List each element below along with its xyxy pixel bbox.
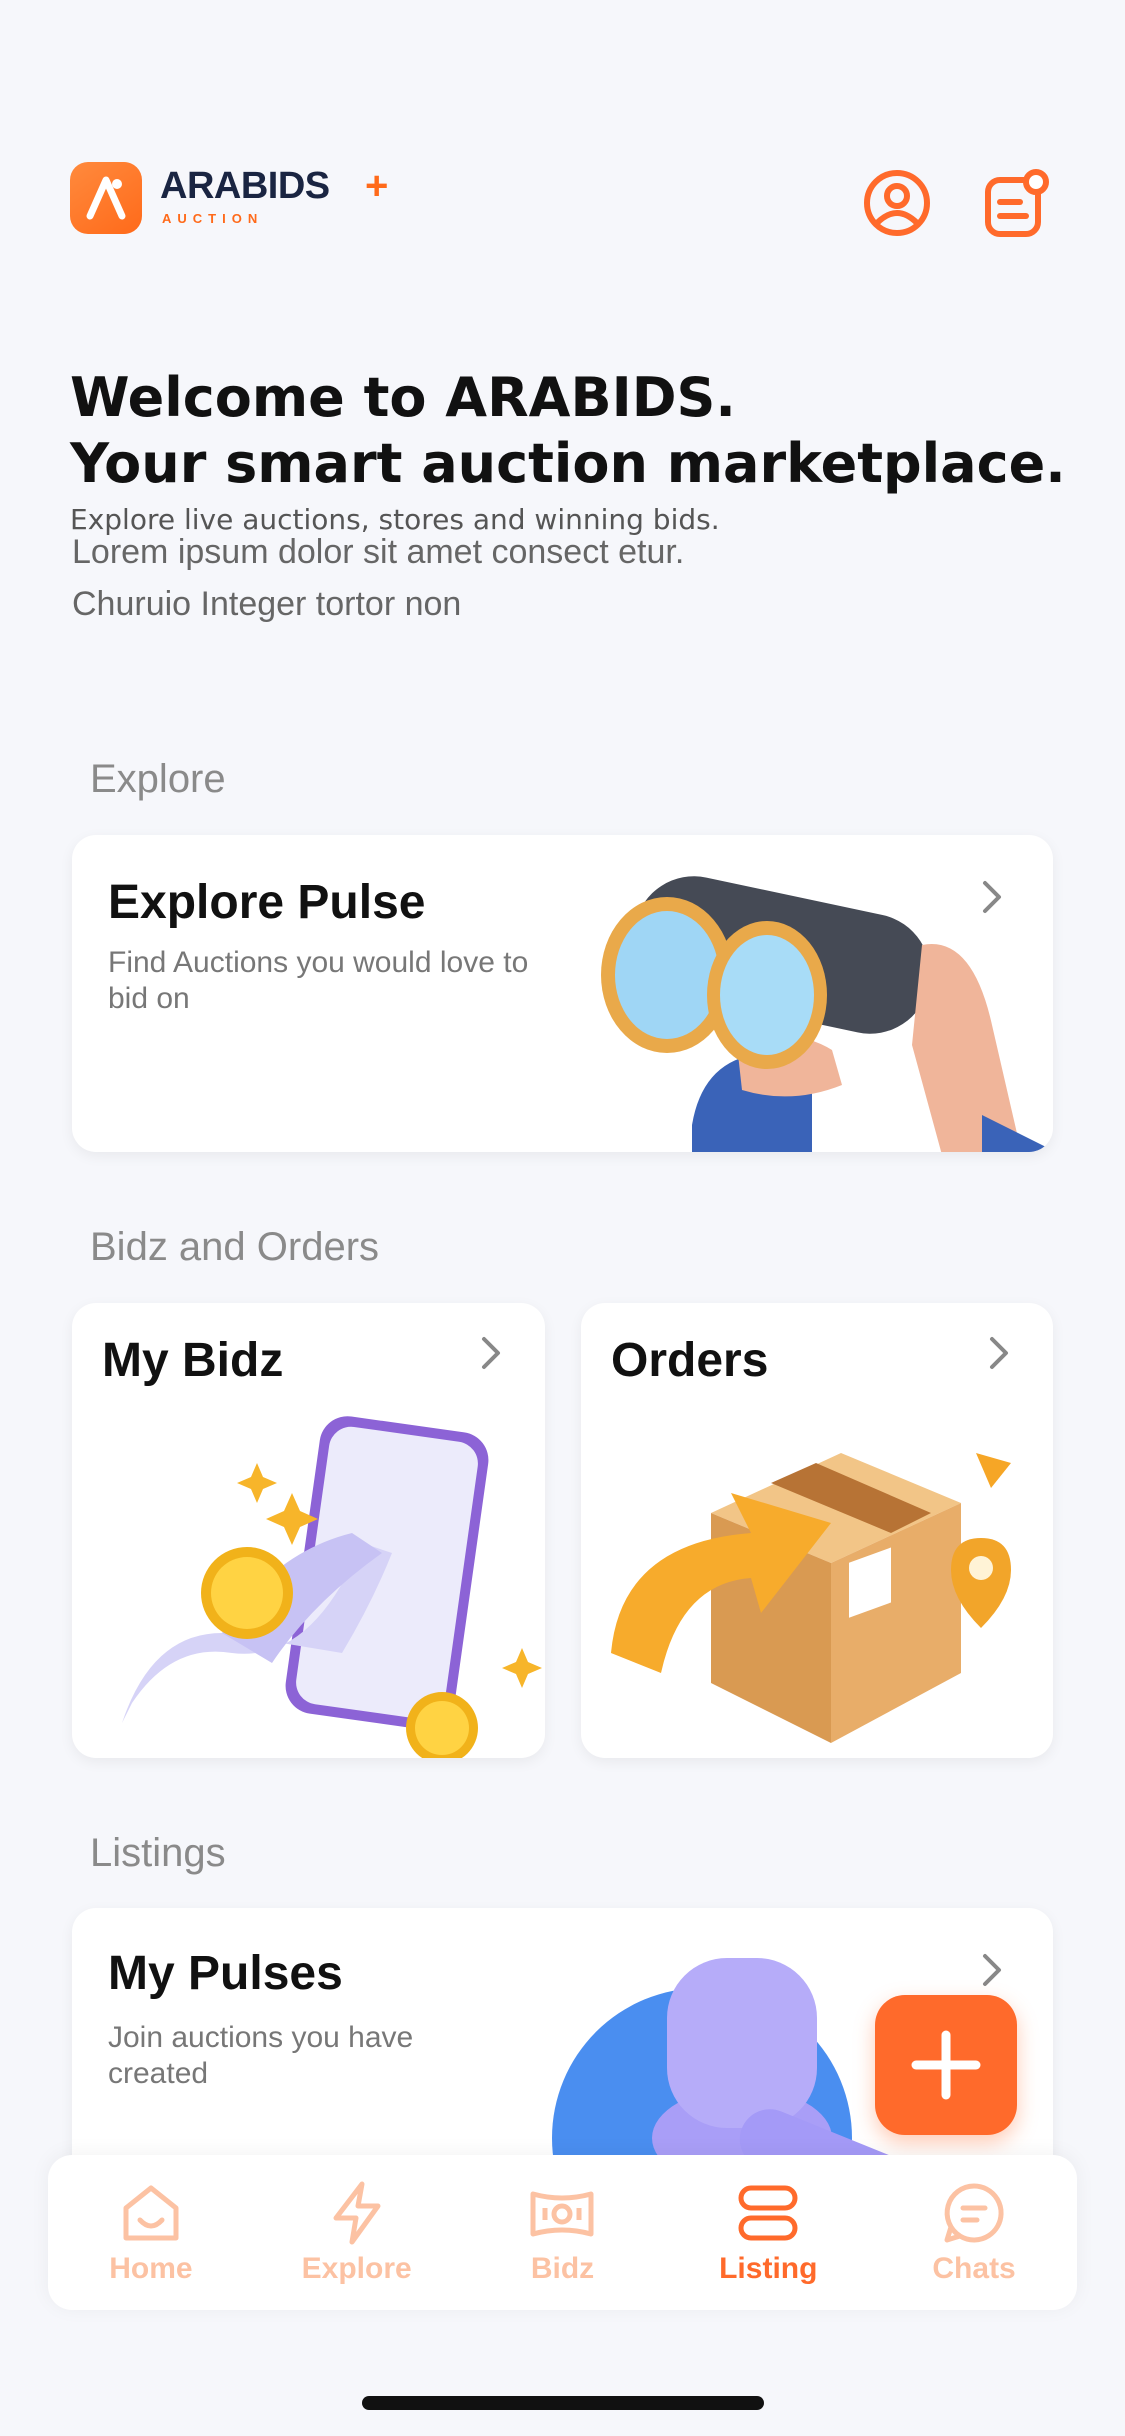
nav-item-chats[interactable]: Chats [879, 2180, 1069, 2286]
ticket-icon [529, 2180, 595, 2246]
notifications-button[interactable] [982, 168, 1052, 238]
description-line2: Churuio Integer tortor non [72, 585, 462, 623]
nav-item-home[interactable]: Home [56, 2180, 246, 2286]
orders-card[interactable]: Orders [581, 1303, 1053, 1758]
nav-label: Chats [932, 2251, 1016, 2285]
nav-label: Bidz [530, 2251, 595, 2285]
nav-label: Explore [301, 2251, 412, 2285]
section-label-explore: Explore [90, 757, 226, 801]
welcome-subtitle: Explore live auctions, stores and winnin… [70, 503, 720, 536]
plus-icon [911, 2030, 981, 2100]
welcome-title-line1: Welcome to ARABIDS. [70, 366, 736, 429]
section-label-listings: Listings [90, 1831, 226, 1875]
nav-item-explore[interactable]: Explore [262, 2180, 452, 2286]
lightning-icon [324, 2180, 390, 2246]
binoculars-illustration [601, 876, 1052, 1152]
card-title: Orders [611, 1334, 769, 1387]
card-description: Find Auctions you would love to bid on [108, 946, 529, 1015]
brand-name: ARABIDS [160, 165, 330, 207]
user-circle-icon [864, 170, 930, 236]
add-listing-fab[interactable] [875, 1995, 1017, 2135]
chevron-right-icon [476, 1333, 506, 1373]
card-title: My Pulses [108, 1947, 343, 2000]
nav-item-bidz[interactable]: Bidz [467, 2180, 657, 2286]
card-title: Explore Pulse [108, 876, 426, 929]
card-description: Join auctions you have created [108, 2021, 414, 2090]
home-indicator[interactable] [362, 2396, 764, 2410]
brand-a-icon [86, 176, 126, 220]
welcome-description: Lorem ipsum dolor sit amet consect etur.… [72, 536, 832, 636]
home-icon [118, 2180, 184, 2246]
chevron-right-icon [984, 1333, 1014, 1373]
welcome-title: Welcome to ARABIDS. Your smart auction m… [70, 365, 1110, 497]
add-plus-button[interactable]: + [365, 166, 388, 206]
brand-logo [70, 162, 142, 234]
my-bidz-card[interactable]: My Bidz [72, 1303, 545, 1758]
listing-icon [735, 2180, 801, 2246]
description-line1: Lorem ipsum dolor sit amet consect etur. [72, 536, 685, 571]
welcome-title-line2: Your smart auction marketplace. [70, 432, 1066, 495]
profile-button[interactable] [862, 168, 932, 238]
nav-label: Home [109, 2251, 193, 2285]
explore-pulse-card[interactable]: Explore Pulse Find Auctions you would lo… [72, 835, 1053, 1152]
brand-subtitle: AUCTION [162, 211, 264, 226]
notes-notification-icon [985, 169, 1049, 237]
nav-item-listing[interactable]: Listing [673, 2180, 863, 2286]
phone-receipt-illustration [122, 1416, 542, 1758]
card-title: My Bidz [102, 1334, 284, 1387]
nav-label: Listing [719, 2251, 818, 2285]
bottom-navigation: Home Explore Bidz Listing Chats [48, 2155, 1077, 2310]
package-delivery-illustration [611, 1453, 1011, 1743]
chat-icon [941, 2180, 1007, 2246]
section-label-bidz-orders: Bidz and Orders [90, 1225, 380, 1269]
